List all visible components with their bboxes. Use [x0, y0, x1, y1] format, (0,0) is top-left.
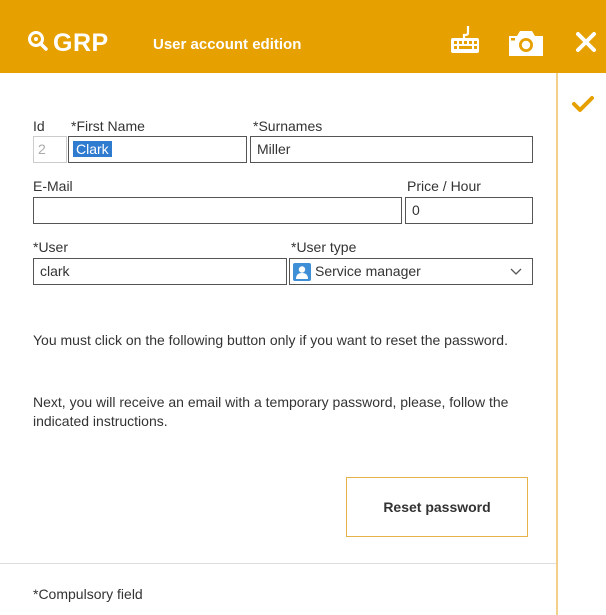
first-name-label: *First Name: [71, 118, 145, 134]
search-logo-icon: [27, 30, 49, 57]
user-label: *User: [33, 239, 69, 255]
first-name-field[interactable]: Clark: [68, 136, 247, 163]
right-action-column: [558, 0, 606, 615]
reset-password-button[interactable]: Reset password: [346, 477, 528, 537]
keyboard-icon[interactable]: [450, 25, 480, 60]
footer-divider: [0, 563, 556, 564]
id-label: Id: [33, 118, 45, 134]
user-type-value: Service manager: [315, 263, 421, 279]
first-name-value: Clark: [73, 141, 112, 157]
close-icon[interactable]: [575, 31, 597, 58]
surnames-label: *Surnames: [253, 118, 323, 134]
price-hour-field[interactable]: 0: [405, 197, 533, 224]
reset-info-text: You must click on the following button o…: [33, 332, 508, 348]
email-info-text: Next, you will receive an email with a t…: [33, 394, 509, 429]
price-hour-label: Price / Hour: [407, 178, 481, 194]
checkmark-icon[interactable]: [572, 95, 594, 118]
user-field[interactable]: clark: [33, 258, 287, 285]
user-type-select[interactable]: Service manager: [289, 258, 533, 285]
camera-icon[interactable]: [507, 29, 545, 62]
email-field[interactable]: [33, 197, 402, 224]
chevron-down-icon: [510, 262, 522, 281]
compulsory-field-note: *Compulsory field: [33, 586, 143, 602]
user-type-label: *User type: [291, 239, 357, 255]
logo-text: GRP: [53, 29, 109, 57]
window-title: User account edition: [153, 36, 302, 53]
email-label: E-Mail: [33, 178, 73, 194]
surnames-field[interactable]: Miller: [250, 136, 533, 163]
app-logo: GRP: [27, 30, 109, 57]
panel-divider: [556, 73, 558, 615]
id-field: 2: [33, 136, 67, 163]
user-icon: [293, 262, 311, 281]
